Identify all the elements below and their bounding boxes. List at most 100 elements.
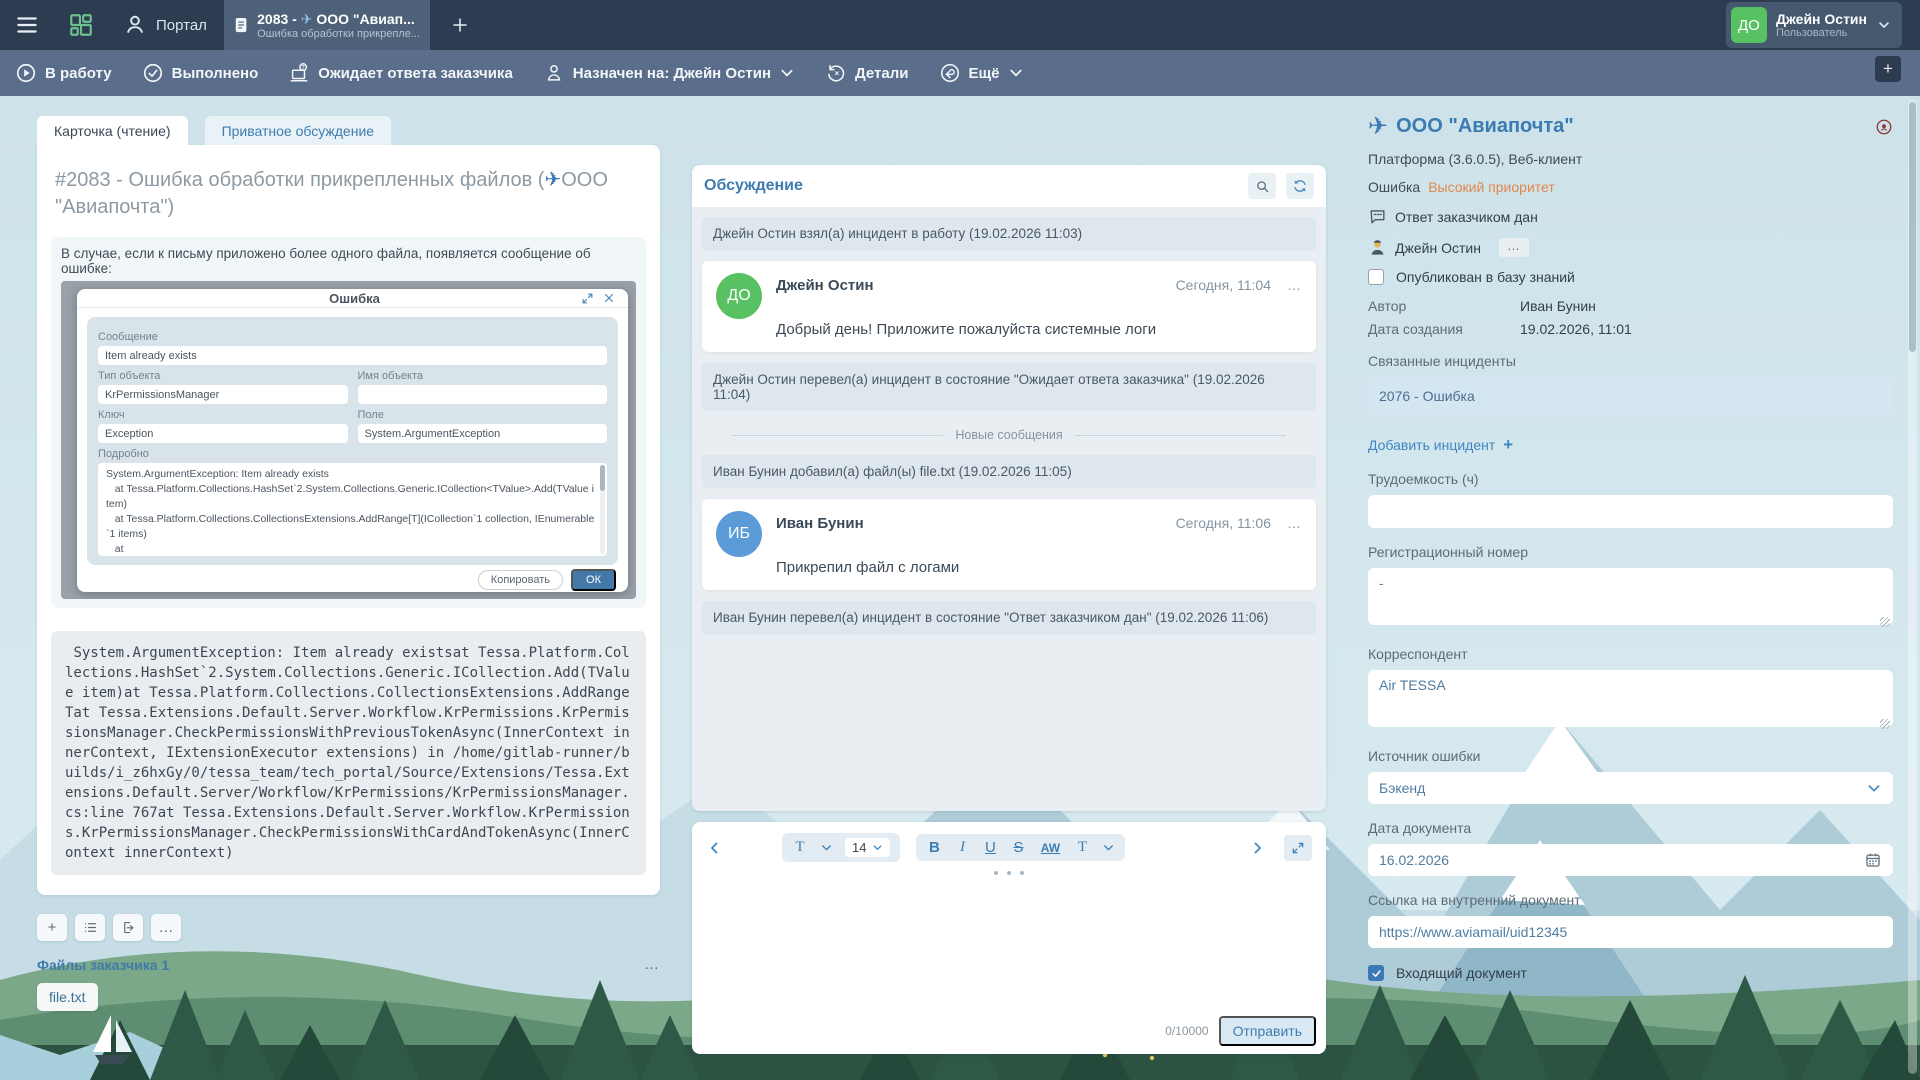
message-input[interactable] [692,875,1326,975]
platform-info: Платформа (3.6.0.5), Веб-клиент [1368,151,1893,167]
error-dialog-title: Ошибка [85,291,576,306]
add-incident-link[interactable]: Добавить инцидент+ [1368,435,1893,455]
underline-button[interactable]: U [982,839,998,856]
text-style-button[interactable]: T [1074,839,1090,856]
italic-button[interactable]: I [954,839,970,856]
action-to-work[interactable]: В работу [15,62,112,84]
incident-description: В случае, если к письму приложено более … [51,237,646,608]
calendar-icon[interactable] [1864,851,1882,869]
error-screenshot: Ошибка Сообщение Item already exi [61,281,636,599]
tab-portal[interactable]: Портал [108,0,221,50]
ok-button[interactable]: ОК [571,569,616,591]
tab-title: 2083 - ✈ ООО "Авиап... [257,11,420,28]
plus-icon [451,16,469,34]
user-menu[interactable]: ДО Джейн Остин Пользователь [1726,2,1902,48]
dialog-close-button[interactable] [598,289,620,307]
discussion-refresh-button[interactable] [1286,173,1314,199]
message-time: Сегодня, 11:04 [1176,277,1271,293]
details-textarea[interactable]: System.ArgumentException: Item already e… [98,463,607,556]
font-size-select[interactable]: 14 [845,838,890,857]
labor-input[interactable] [1368,495,1893,528]
performer-row: Джейн Остин … [1368,238,1893,257]
format-group: B I U S AW T [916,834,1125,861]
dialog-scrollbar[interactable] [600,465,605,554]
topbar: Портал 2083 - ✈ ООО "Авиап... Ошибка обр… [0,0,1920,50]
editor-expand-button[interactable] [1284,835,1312,861]
files-more-button[interactable]: … [151,914,181,941]
list-icon [83,920,98,935]
action-done[interactable]: Выполнено [142,62,259,84]
correspondent-textarea[interactable]: Air TESSA [1368,670,1893,727]
font-style-button[interactable]: T [792,839,808,856]
file-list-button[interactable] [75,914,105,941]
assignee-icon [543,62,565,84]
message-item: ДО Джейн Остин Сегодня, 11:04 … Добрый д… [702,261,1316,352]
file-chip[interactable]: file.txt [37,983,98,1011]
check-circle-icon [142,62,164,84]
event-item: Иван Бунин перевел(а) инцидент в состоян… [702,601,1316,634]
organization-title: ООО "Авиапочта" [1396,115,1875,138]
object-name-input[interactable] [358,385,608,404]
tab-private-discussion[interactable]: Приватное обсуждение [205,116,392,145]
tab-subtitle: Ошибка обработки прикрепле... [257,28,420,40]
chevron-down-icon[interactable] [820,841,833,854]
bold-button[interactable]: B [926,839,942,856]
toolbar-scroll-left[interactable] [706,839,724,857]
doc-date-input[interactable]: 16.02.2026 [1368,844,1893,876]
incident-card: Карточка (чтение) Приватное обсуждение #… [37,116,660,1011]
message-menu-button[interactable]: … [1287,277,1302,293]
action-assigned-to[interactable]: Назначен на: Джейн Остин [543,62,795,84]
message-editor: T 14 B I U S AW T [692,822,1326,1054]
performer-icon [1368,238,1387,257]
subscription-icon[interactable] [1875,118,1893,136]
chevron-down-icon[interactable] [1102,841,1115,854]
kb-checkbox[interactable] [1368,269,1384,285]
internal-doc-link-label: Ссылка на внутренний документ [1368,892,1893,908]
main-menu-button[interactable] [0,0,54,50]
send-button[interactable]: Отправить [1219,1016,1316,1046]
workspaces-button[interactable] [54,0,108,50]
toolbar-scroll-right[interactable] [1248,839,1266,857]
correspondent-label: Корреспондент [1368,646,1893,662]
new-tab-button[interactable] [438,0,482,50]
action-awaiting-customer[interactable]: ? Ожидает ответа заказчика [288,62,513,84]
refresh-icon [1292,178,1308,194]
document-icon [234,10,248,40]
regnum-textarea[interactable]: - [1368,568,1893,625]
copy-button[interactable]: Копировать [478,570,563,590]
error-source-select[interactable]: Бэкенд [1368,772,1893,804]
strikethrough-button[interactable]: S [1010,839,1026,856]
message-menu-button[interactable]: … [1287,515,1302,531]
field-input[interactable]: System.ArgumentException [358,424,608,443]
object-type-input[interactable]: KrPermissionsManager [98,385,348,404]
performer-menu-button[interactable]: … [1499,238,1529,257]
play-circle-icon [15,62,37,84]
action-more[interactable]: Ещё [939,62,1024,84]
internal-doc-link-input[interactable] [1368,916,1893,948]
font-color-button[interactable]: AW [1038,841,1062,855]
key-input[interactable]: Exception [98,424,348,443]
incident-title: #2083 - Ошибка обработки прикрепленных ф… [51,161,646,223]
discussion-search-button[interactable] [1248,173,1276,199]
dialog-expand-button[interactable] [576,289,598,307]
message-label: Сообщение [98,331,607,343]
add-file-button[interactable]: + [37,914,67,941]
export-files-button[interactable] [113,914,143,941]
incoming-doc-checkbox[interactable] [1368,965,1384,981]
laptop-question-icon: ? [288,62,310,84]
app-window: Портал 2083 - ✈ ООО "Авиап... Ошибка обр… [0,0,1920,1080]
tab-card-read[interactable]: Карточка (чтение) [37,116,188,145]
avatar: ДО [716,273,762,319]
chevron-down-icon [1866,780,1882,796]
files-section-title: Файлы заказчика 1 [37,957,644,973]
related-incident-link[interactable]: 2076 - Ошибка [1368,378,1893,414]
action-details[interactable]: × Детали [825,62,908,84]
discussion-title: Обсуждение [704,177,1238,195]
page-scrollbar[interactable] [1908,100,1917,1074]
files-section-menu[interactable]: … [644,956,660,973]
tab-incident-2083[interactable]: 2083 - ✈ ООО "Авиап... Ошибка обработки … [224,0,430,50]
message-input[interactable]: Item already exists [98,346,607,365]
message-author: Джейн Остин [776,277,1176,294]
add-action-button[interactable]: + [1875,56,1901,82]
airplane-icon: ✈ [1368,112,1388,141]
